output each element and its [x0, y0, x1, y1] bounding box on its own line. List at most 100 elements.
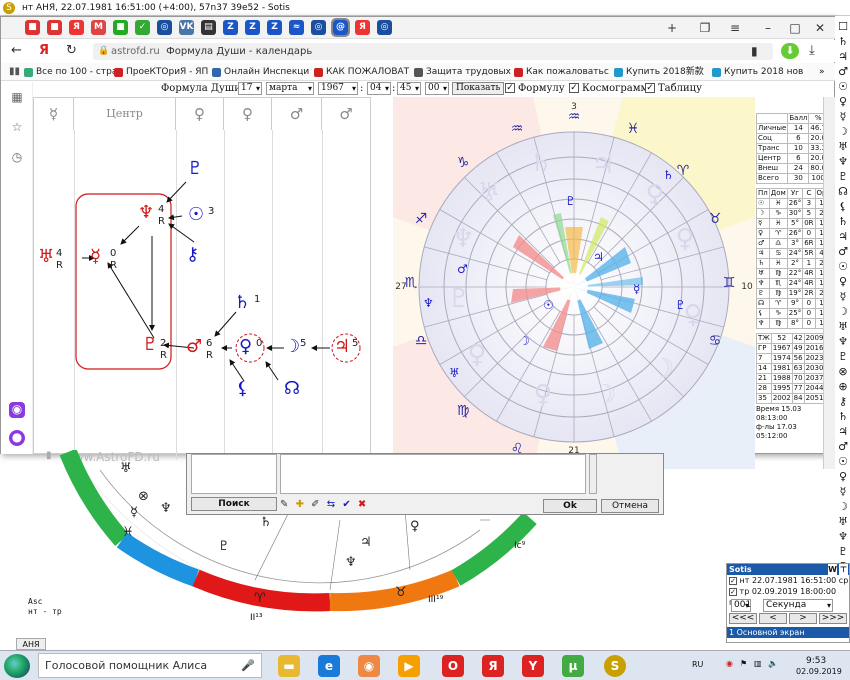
astrofd-icon[interactable]: ◎	[157, 20, 172, 35]
green-square-icon[interactable]: ■	[113, 20, 128, 35]
menu-icon[interactable]: ≡	[726, 19, 744, 37]
edit-icon[interactable]: ✐	[311, 499, 321, 510]
wave-icon[interactable]: ≈	[289, 20, 304, 35]
bookmark-2[interactable]: Онлайн Инспекци	[211, 63, 309, 80]
new-tab-icon[interactable]: +	[663, 19, 681, 37]
alice-voice-icon[interactable]: ●	[9, 430, 25, 446]
language-indicator[interactable]: RU	[692, 660, 703, 669]
astrofd-icon[interactable]: ◎	[377, 20, 392, 35]
sotis-tool-icon[interactable]: ☽	[837, 500, 849, 513]
clock-date[interactable]: 02.09.2019	[796, 667, 842, 676]
history-icon[interactable]: ◷	[9, 150, 25, 166]
sotis-tool-icon[interactable]: ⚷	[837, 395, 849, 408]
apply-icon[interactable]: ✔	[342, 499, 352, 510]
sotis-tool-icon[interactable]: ♆	[837, 335, 849, 348]
bookmark-4[interactable]: Защита трудовых	[413, 63, 511, 80]
sotis-tool-icon[interactable]: ☿	[837, 290, 849, 303]
nav-back-button[interactable]: <	[759, 613, 787, 624]
bookmark-0[interactable]: Все по 100 - стран	[23, 63, 123, 80]
sotis-tool-icon[interactable]: ♅	[837, 140, 849, 153]
month-select[interactable]: марта	[266, 82, 314, 95]
alice-search-box[interactable]: Голосовой помощник Алиса 🎤	[38, 653, 262, 678]
sotis-tool-icon[interactable]: ♀	[837, 275, 849, 288]
sotis-tool-icon[interactable]: ♂	[837, 440, 849, 453]
pick-icon[interactable]: ✎	[280, 499, 290, 510]
sotis-tool-icon[interactable]: ♃	[837, 425, 849, 438]
sotis-tool-icon[interactable]: ⊕	[837, 380, 849, 393]
swap-icon[interactable]: ⇆	[327, 499, 337, 510]
bookmark-icon[interactable]: ▮	[751, 43, 758, 59]
sotis-tool-icon[interactable]: ♃	[837, 50, 849, 63]
sotis-tool-icon[interactable]: ♃	[837, 230, 849, 243]
sotis-tool-icon[interactable]: ♆	[837, 155, 849, 168]
grid-icon[interactable]: ▦	[9, 90, 25, 106]
sotis-tool-icon[interactable]: ♇	[837, 545, 849, 558]
volume-icon[interactable]: 🔈	[768, 659, 778, 668]
tray-app-icon[interactable]: ◉	[726, 659, 733, 668]
sotis-tool-icon[interactable]: ☿	[837, 110, 849, 123]
hour-select[interactable]: 04	[367, 82, 391, 95]
maximize-icon[interactable]: □	[786, 19, 804, 37]
sotis-tool-icon[interactable]: ♇	[837, 170, 849, 183]
nav-fast-forward-button[interactable]: >>>	[819, 613, 847, 624]
bookmark-5[interactable]: Как пожаловатьс	[513, 63, 609, 80]
astrofd-icon[interactable]: ◎	[311, 20, 326, 35]
sotis-tool-icon[interactable]: ♅	[837, 320, 849, 333]
bookmark-6[interactable]: Купить 2018新款	[613, 63, 704, 80]
yandex-browser-icon[interactable]: Я	[482, 655, 504, 677]
yandex-y-icon[interactable]: Я	[69, 20, 84, 35]
sotis-tool-icon[interactable]: ♂	[837, 245, 849, 258]
z-icon[interactable]: Z	[245, 20, 260, 35]
yandex-y-icon[interactable]: Я	[355, 20, 370, 35]
back-icon[interactable]: ←	[11, 43, 22, 59]
minimize-icon[interactable]: –	[759, 19, 777, 37]
nav-fast-back-button[interactable]: <<<	[729, 613, 757, 624]
bookmark-7[interactable]: Купить 2018 нов	[711, 63, 803, 80]
doc-icon[interactable]: ▤	[201, 20, 216, 35]
formula-checkbox[interactable]: ✓	[505, 83, 515, 93]
show-button[interactable]: Показать	[452, 82, 505, 95]
sotis-tool-icon[interactable]: ☉	[837, 260, 849, 273]
sotis-tool-icon[interactable]: ♇	[837, 350, 849, 363]
download-icon[interactable]: ⬇	[781, 43, 799, 59]
z-icon[interactable]: Z	[267, 20, 282, 35]
sotis-app-icon[interactable]: S	[604, 655, 626, 677]
red-square-icon[interactable]: ■	[25, 20, 40, 35]
sotis-tool-icon[interactable]: ☐	[837, 20, 849, 33]
step-value-field[interactable]: 001	[731, 599, 751, 612]
explorer-icon[interactable]: ▬	[278, 655, 300, 677]
sotis-chart-tab[interactable]: АНЯ	[16, 638, 46, 650]
cancel-button[interactable]: Отмена	[601, 499, 659, 513]
chrome-icon[interactable]: ◉	[358, 655, 380, 677]
dialog-scrollbar[interactable]	[589, 454, 597, 494]
panel-w-button[interactable]: W	[828, 564, 837, 575]
sotis-tool-icon[interactable]: ♅	[837, 515, 849, 528]
step-unit-select[interactable]: Секунда	[763, 599, 833, 612]
sotis-tool-icon[interactable]: ☽	[837, 125, 849, 138]
add-icon[interactable]: ✚	[296, 499, 306, 510]
search-button[interactable]: Поиск	[191, 497, 277, 511]
day-select[interactable]: 17	[238, 82, 262, 95]
opera-icon[interactable]: O	[442, 655, 464, 677]
ok-button[interactable]: Ok	[543, 499, 597, 513]
close-icon[interactable]: ✕	[811, 19, 829, 37]
bookmark-3[interactable]: КАК ПОЖАЛОВАТ	[313, 63, 409, 80]
dialog-list[interactable]	[191, 454, 277, 494]
flag-icon[interactable]: ⚑	[740, 659, 747, 668]
sotis-tool-icon[interactable]: ☉	[837, 80, 849, 93]
z-icon[interactable]: Z	[223, 20, 238, 35]
more-bookmarks-icon[interactable]: »	[819, 63, 825, 80]
sotis-tool-icon[interactable]: ♆	[837, 530, 849, 543]
alice-icon[interactable]: ◉	[9, 402, 25, 418]
table-checkbox[interactable]: ✓	[645, 83, 655, 93]
delete-icon[interactable]: ✖	[358, 499, 368, 510]
clock-time[interactable]: 9:53	[806, 656, 826, 666]
sotis-tool-icon[interactable]: ⚸	[837, 200, 849, 213]
yandex-home-icon[interactable]: Я	[39, 43, 49, 59]
second-select[interactable]: 00	[425, 82, 449, 95]
red-square-icon[interactable]: ■	[47, 20, 62, 35]
microphone-icon[interactable]: 🎤	[241, 654, 255, 678]
main-screen-item[interactable]: 1 Основной экран	[727, 627, 849, 638]
year-select[interactable]: 1967	[318, 82, 358, 95]
sotis-tool-icon[interactable]: ♄	[837, 410, 849, 423]
